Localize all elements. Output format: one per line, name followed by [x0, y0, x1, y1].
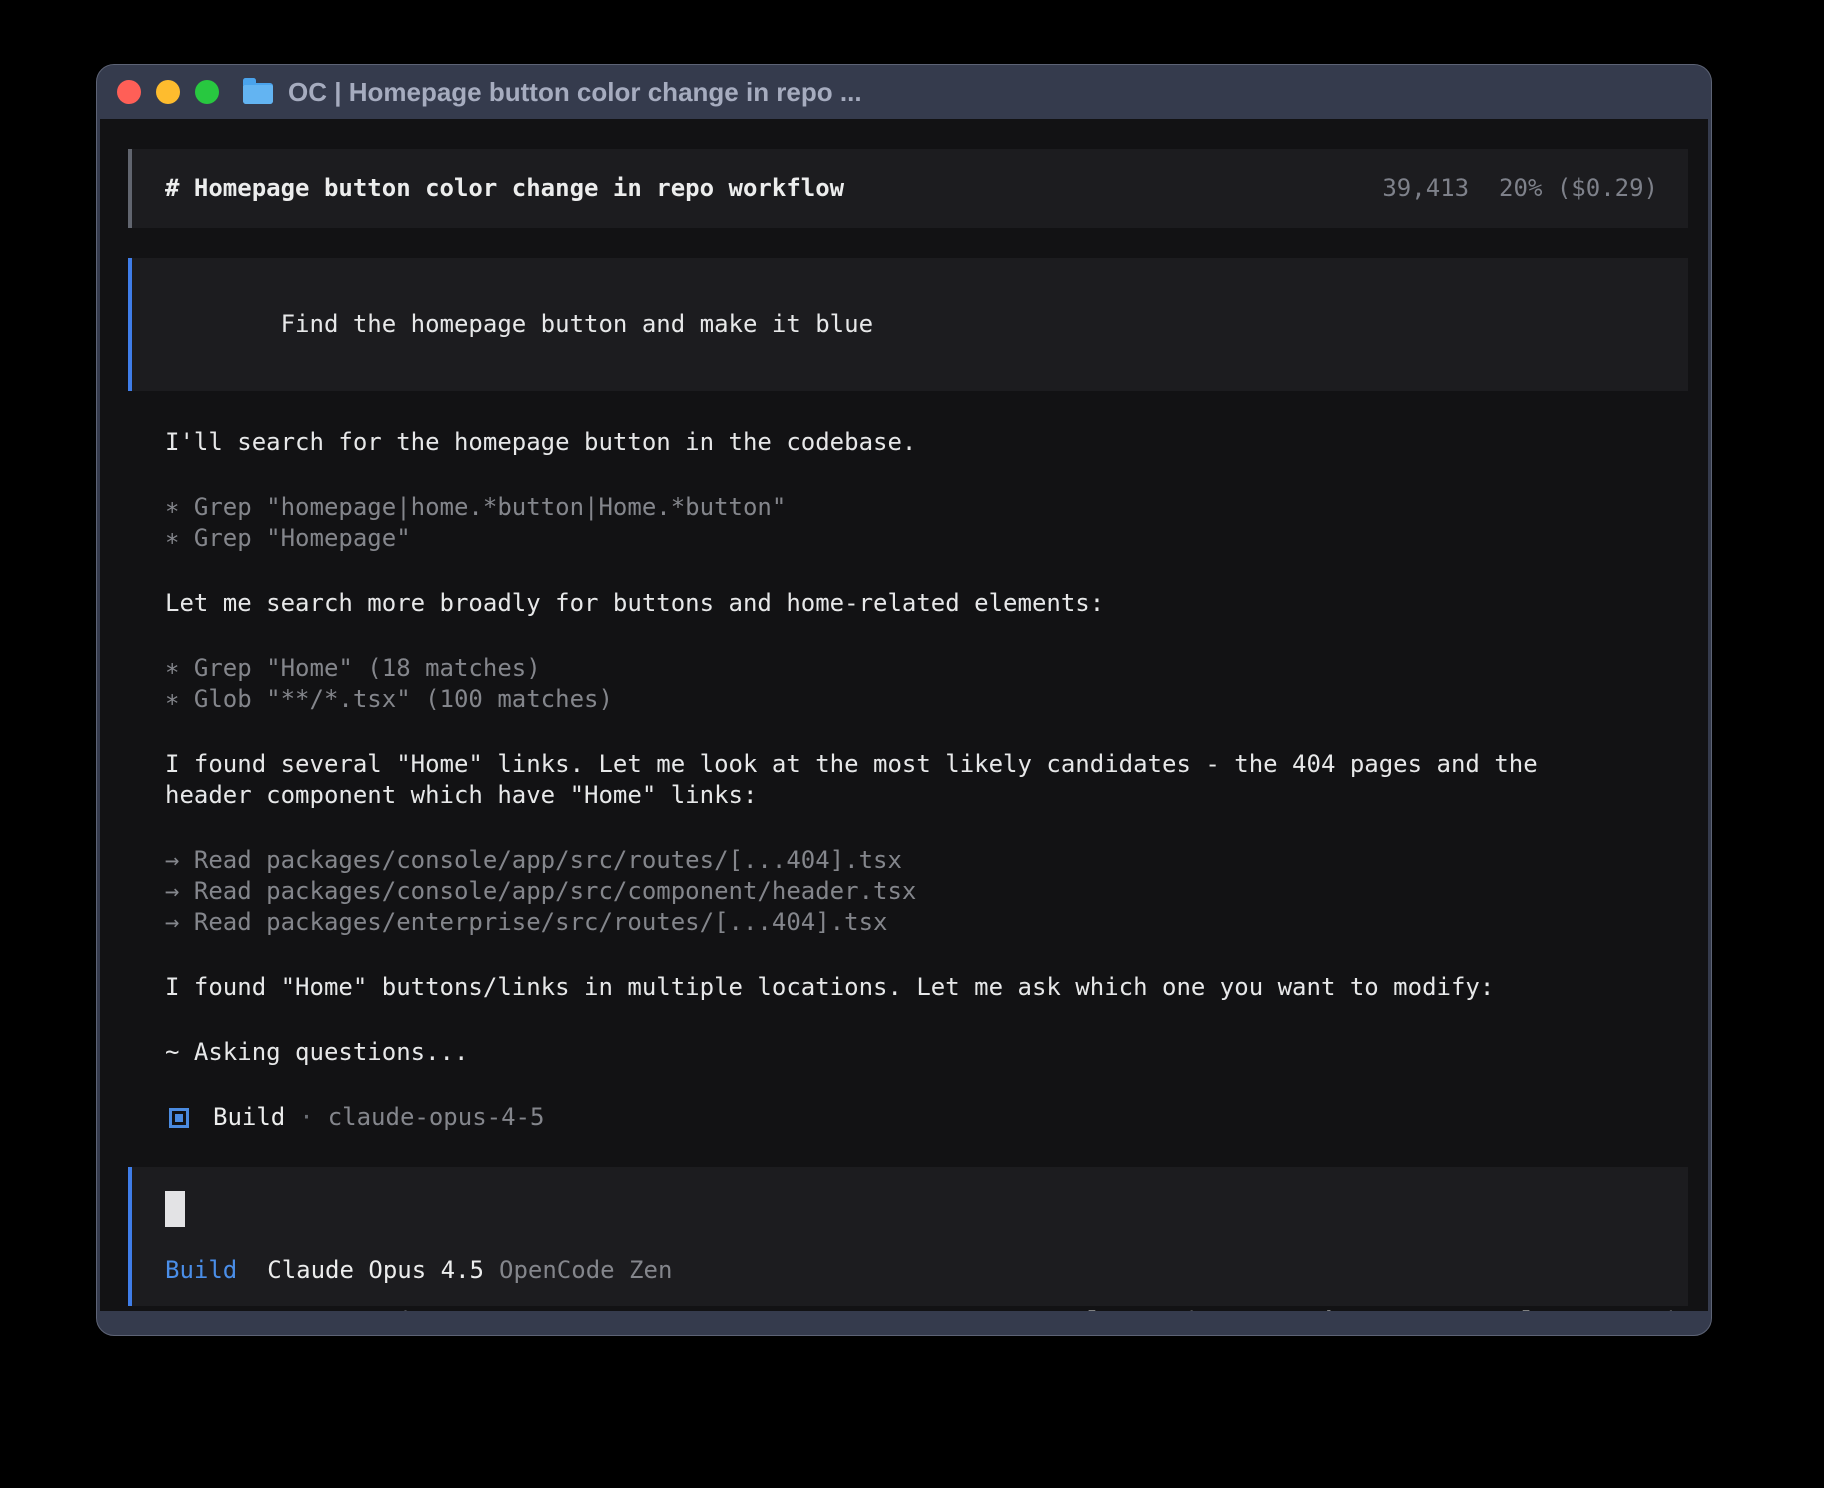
prompt-input[interactable]: Build Claude Opus 4.5 OpenCode Zen	[128, 1167, 1688, 1306]
hint-label: agents	[1353, 1306, 1436, 1311]
assistant-text: I'll search for the homepage button in t…	[165, 427, 1688, 458]
agent-status-line: Build · claude-opus-4-5	[169, 1102, 1688, 1133]
input-provider-name: OpenCode Zen	[499, 1255, 672, 1286]
token-count: 39,413	[1382, 173, 1469, 204]
hint-key: tab	[1298, 1306, 1340, 1311]
text-cursor	[165, 1191, 185, 1227]
agent-build-icon	[169, 1108, 189, 1128]
title-group: OC | Homepage button color change in rep…	[243, 77, 862, 108]
agent-name: Build	[213, 1102, 285, 1133]
conversation: I'll search for the homepage button in t…	[165, 427, 1688, 1102]
tool-call-read: → Read packages/console/app/src/routes/[…	[165, 845, 1688, 938]
assistant-text: Let me search more broadly for buttons a…	[165, 588, 1688, 619]
hint-label: commands	[1577, 1306, 1688, 1311]
titlebar: OC | Homepage button color change in rep…	[97, 65, 1711, 119]
hint-agents: tab agents	[1298, 1306, 1437, 1311]
session-header: # Homepage button color change in repo w…	[128, 149, 1688, 228]
context-cost: 20% ($0.29)	[1499, 173, 1658, 204]
window-title: OC | Homepage button color change in rep…	[288, 77, 862, 108]
hint-variants: ctrl+t variants	[1046, 1306, 1254, 1311]
session-stats: 39,413 20% ($0.29)	[1382, 173, 1658, 204]
tool-call-grep-glob: ∗ Grep "Home" (18 matches) ∗ Glob "**/*.…	[165, 653, 1688, 715]
hint-key: ctrl+t	[1046, 1306, 1129, 1311]
shortcut-hints: ctrl+t variants tab agents ctrl+p comman…	[1046, 1306, 1688, 1311]
input-agent-name[interactable]: Build	[165, 1255, 237, 1286]
hint-label: interrupt	[398, 1306, 523, 1311]
input-status-row: Build Claude Opus 4.5 OpenCode Zen	[165, 1255, 1658, 1286]
tool-call-grep: ∗ Grep "homepage|home.*button|Home.*butt…	[165, 492, 1688, 554]
session-title: # Homepage button color change in repo w…	[165, 173, 844, 204]
folder-icon	[243, 83, 273, 104]
desktop: OC | Homepage button color change in rep…	[0, 0, 1824, 1488]
terminal-window: OC | Homepage button color change in rep…	[96, 64, 1712, 1336]
model-name: claude-opus-4-5	[328, 1102, 545, 1133]
status-bar: esc interrupt ctrl+t variants tab agents…	[128, 1306, 1688, 1311]
minimize-button[interactable]	[156, 80, 180, 104]
user-message-text: Find the homepage button and make it blu…	[281, 310, 873, 338]
separator-dot: ·	[299, 1102, 313, 1133]
hint-label: variants	[1143, 1306, 1254, 1311]
zoom-button[interactable]	[195, 80, 219, 104]
close-button[interactable]	[117, 80, 141, 104]
assistant-status-text: ~ Asking questions...	[165, 1037, 1688, 1068]
input-model-name[interactable]: Claude Opus 4.5	[267, 1255, 484, 1286]
terminal-content: # Homepage button color change in repo w…	[100, 119, 1708, 1311]
assistant-text: I found "Home" buttons/links in multiple…	[165, 972, 1688, 1003]
assistant-text: I found several "Home" links. Let me loo…	[165, 749, 1688, 811]
hint-commands: ctrl+p commands	[1480, 1306, 1688, 1311]
hint-key: ctrl+p	[1480, 1306, 1563, 1311]
hint-key: esc	[343, 1306, 385, 1311]
user-message: Find the homepage button and make it blu…	[128, 258, 1688, 391]
window-controls	[117, 80, 219, 104]
hint-interrupt: esc interrupt	[343, 1306, 523, 1311]
